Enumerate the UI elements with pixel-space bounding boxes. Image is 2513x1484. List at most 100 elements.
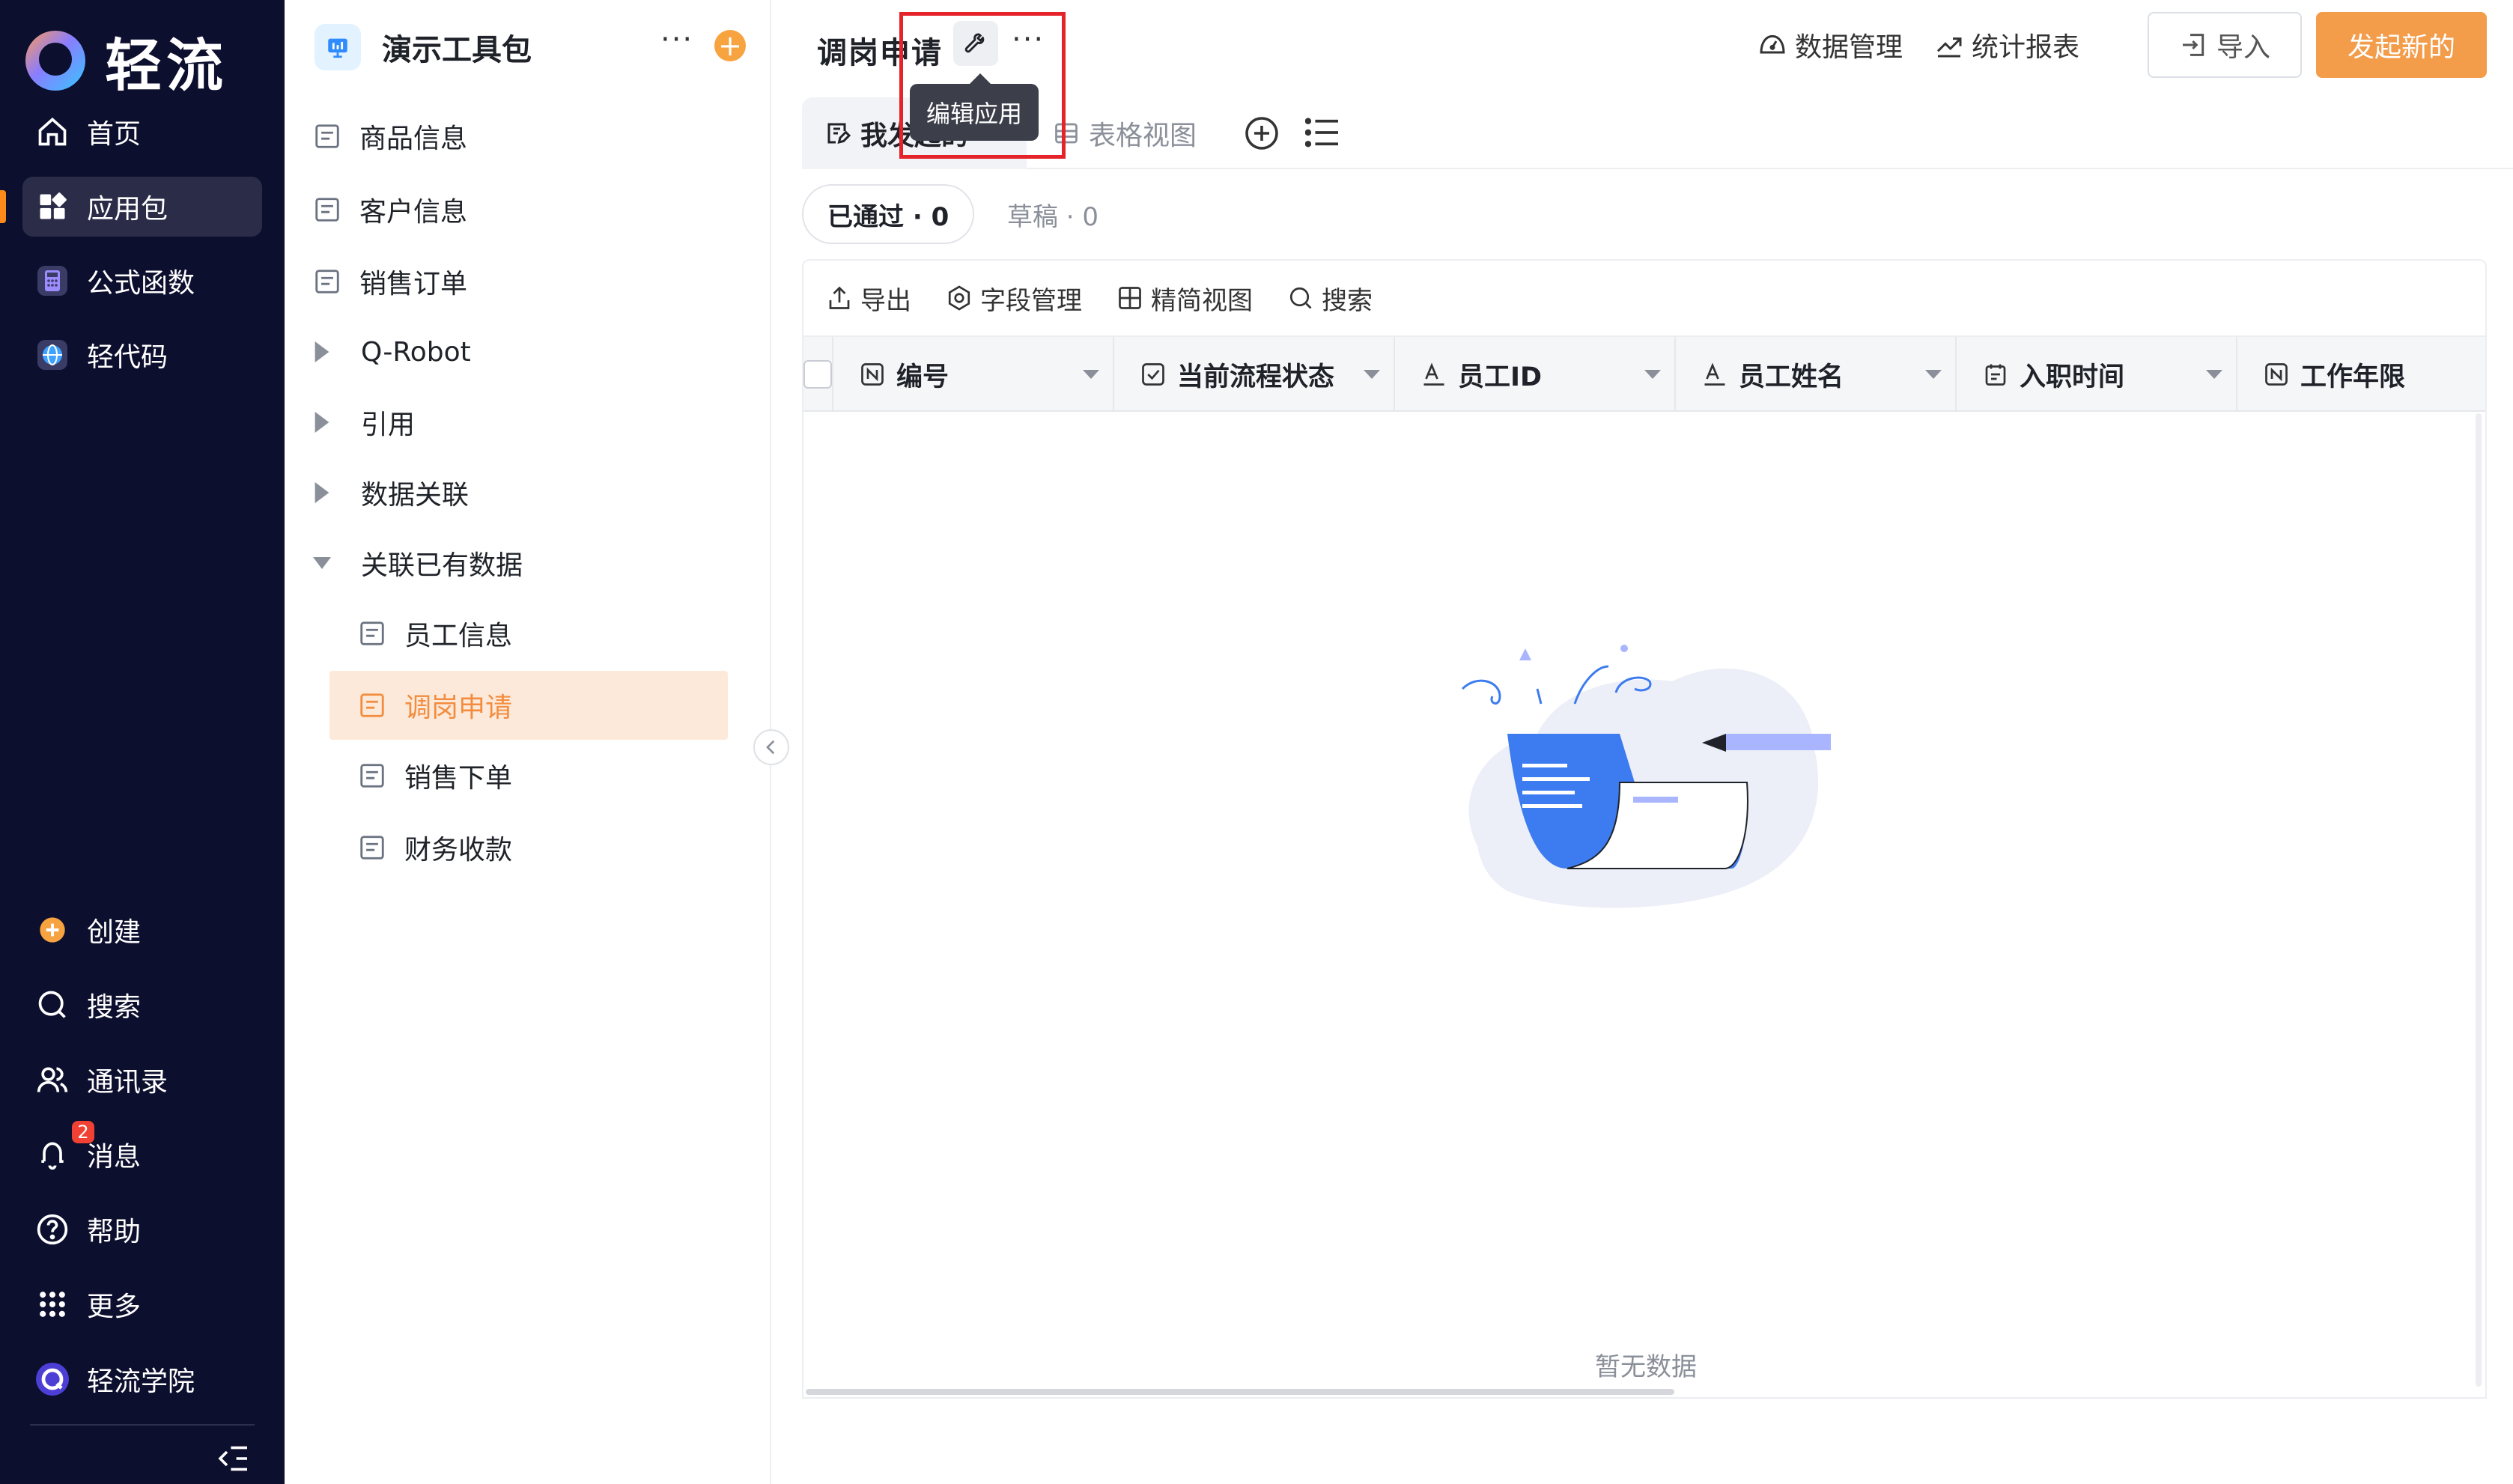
nav-item-home[interactable]: 首页 bbox=[22, 102, 262, 162]
tree-item-transfer-application[interactable]: 调岗申请 bbox=[329, 671, 728, 740]
nav-item-label: 更多 bbox=[87, 1292, 142, 1322]
nav-item-label: 首页 bbox=[87, 119, 142, 150]
nav-item-more[interactable]: 更多 bbox=[22, 1274, 262, 1334]
logo[interactable]: 轻流 bbox=[25, 19, 228, 102]
nav-item-lowcode[interactable]: 轻代码 bbox=[22, 325, 262, 385]
tree-item-product-info[interactable]: 商品信息 bbox=[313, 102, 467, 171]
table-search-label: 搜索 bbox=[1322, 285, 1373, 316]
nav-item-create[interactable]: 创建 bbox=[22, 900, 262, 960]
tree-folder-q-robot[interactable]: Q-Robot bbox=[307, 317, 471, 386]
field-manage-button[interactable]: 字段管理 bbox=[946, 280, 1082, 317]
nav-item-formula[interactable]: 公式函数 bbox=[22, 251, 262, 311]
nav-item-academy[interactable]: 轻流学院 bbox=[22, 1349, 262, 1409]
add-view-icon[interactable] bbox=[1244, 115, 1280, 151]
text-field-icon bbox=[1704, 362, 1725, 386]
package-more-button[interactable]: ··· bbox=[660, 22, 693, 57]
select-all-checkbox[interactable] bbox=[803, 360, 832, 389]
grid-view-icon bbox=[1119, 287, 1141, 309]
form-icon bbox=[315, 124, 339, 148]
column-header-number[interactable]: 编号 bbox=[833, 337, 1114, 412]
trend-icon bbox=[1936, 37, 1962, 58]
caret-down-icon[interactable] bbox=[1644, 370, 1661, 379]
column-label: 编号 bbox=[896, 362, 949, 392]
export-button[interactable]: 导出 bbox=[826, 280, 911, 317]
caret-down-icon[interactable] bbox=[1364, 370, 1380, 379]
nav-item-label: 消息 bbox=[87, 1142, 142, 1173]
column-label: 工作年限 bbox=[2300, 362, 2406, 392]
column-label: 员工ID bbox=[1458, 362, 1543, 392]
panel-collapse-button[interactable] bbox=[753, 729, 789, 765]
number-field-icon bbox=[2265, 363, 2288, 386]
caret-right-icon bbox=[314, 412, 329, 433]
empty-state: 暂无数据 bbox=[803, 412, 2485, 1385]
upload-icon bbox=[829, 286, 850, 309]
tree-item-finance-receipt[interactable]: 财务收款 bbox=[358, 813, 512, 882]
table-search-button[interactable]: 搜索 bbox=[1287, 280, 1373, 317]
compact-view-button[interactable]: 精简视图 bbox=[1116, 280, 1253, 317]
table-toolbar: 导出 字段管理 精简视图 搜索 bbox=[802, 259, 2487, 335]
tree-folder-data-link[interactable]: 数据关联 bbox=[307, 458, 469, 527]
horizontal-scrollbar[interactable] bbox=[806, 1389, 1674, 1395]
tab-table-view[interactable]: 表格视图 bbox=[1053, 97, 1197, 169]
column-header-status[interactable]: 当前流程状态 bbox=[1114, 337, 1395, 412]
nav-item-search[interactable]: 搜索 bbox=[22, 975, 262, 1035]
import-icon bbox=[2182, 34, 2204, 56]
filter-draft[interactable]: 草稿 · 0 bbox=[1007, 184, 1099, 244]
data-table: 编号 当前流程状态 员工ID 员工姓名 入职时间 工作年限 暂无数据 bbox=[802, 335, 2487, 1399]
tree-item-customer-info[interactable]: 客户信息 bbox=[313, 175, 467, 244]
vertical-scrollbar[interactable] bbox=[2476, 413, 2482, 1387]
tree-folder-reference[interactable]: 引用 bbox=[307, 388, 415, 457]
column-header-hire-date[interactable]: 入职时间 bbox=[1957, 337, 2237, 412]
home-icon bbox=[34, 114, 70, 150]
column-header-employee-id[interactable]: 员工ID bbox=[1395, 337, 1676, 412]
form-icon bbox=[315, 198, 339, 222]
import-button[interactable]: 导入 bbox=[2148, 12, 2302, 78]
select-all-cell bbox=[803, 337, 833, 412]
caret-down-icon[interactable] bbox=[1083, 370, 1099, 379]
caret-down-icon bbox=[313, 557, 331, 569]
logo-mark bbox=[25, 31, 85, 91]
caret-down-icon[interactable] bbox=[1925, 370, 1942, 379]
settings-icon bbox=[948, 285, 970, 311]
tree-item-employee-info[interactable]: 员工信息 bbox=[358, 599, 512, 668]
import-label: 导入 bbox=[2216, 32, 2270, 63]
nav-item-label: 公式函数 bbox=[87, 268, 195, 299]
nav-item-label: 轻代码 bbox=[87, 342, 168, 373]
main-content: 调岗申请 ··· 编辑应用 数据管理 统计报表 导入 发起新的 我发起的 表格视… bbox=[772, 0, 2513, 1484]
list-views-icon[interactable] bbox=[1305, 117, 1340, 148]
plus-circle-icon bbox=[34, 912, 70, 948]
nav-item-contacts[interactable]: 通讯录 bbox=[22, 1050, 262, 1110]
tree-item-sales-order[interactable]: 销售订单 bbox=[313, 247, 467, 316]
column-header-work-years[interactable]: 工作年限 bbox=[2237, 337, 2485, 412]
form-icon bbox=[360, 621, 384, 645]
package-add-button[interactable]: + bbox=[714, 30, 746, 61]
collapse-nav-icon[interactable] bbox=[217, 1445, 250, 1472]
search-icon bbox=[34, 987, 70, 1023]
globe-code-icon bbox=[34, 337, 70, 373]
tree-folder-linked-data[interactable]: 关联已有数据 bbox=[307, 529, 523, 597]
nav-item-label: 搜索 bbox=[87, 992, 142, 1023]
export-label: 导出 bbox=[860, 285, 911, 316]
start-new-button[interactable]: 发起新的 bbox=[2316, 12, 2487, 78]
tree-item-label: 关联已有数据 bbox=[361, 550, 523, 581]
logo-text: 轻流 bbox=[105, 32, 228, 99]
filter-passed[interactable]: 已通过 · 0 bbox=[802, 184, 975, 244]
app-package-panel: 演示工具包 ··· + 商品信息 客户信息 销售订单 Q-Robot 引用 数据… bbox=[285, 0, 771, 1484]
empty-illustration bbox=[1461, 645, 1831, 908]
report-button[interactable]: 统计报表 bbox=[1934, 0, 2079, 90]
nav-divider bbox=[30, 1424, 255, 1426]
tree-item-sales-placement[interactable]: 销售下单 bbox=[358, 741, 512, 810]
caret-down-icon[interactable] bbox=[2206, 370, 2222, 379]
tree-item-label: 调岗申请 bbox=[404, 693, 513, 723]
number-field-icon bbox=[861, 363, 884, 386]
nav-item-help[interactable]: 帮助 bbox=[22, 1199, 262, 1259]
calendar-field-icon bbox=[1985, 364, 2006, 386]
data-manage-button[interactable]: 数据管理 bbox=[1757, 0, 1903, 90]
package-title: 演示工具包 bbox=[382, 33, 532, 67]
nav-item-label: 轻流学院 bbox=[87, 1366, 195, 1397]
package-icon bbox=[314, 24, 361, 70]
nav-item-messages[interactable]: 消息 bbox=[22, 1125, 262, 1185]
column-header-employee-name[interactable]: 员工姓名 bbox=[1676, 337, 1957, 412]
nav-item-apps[interactable]: 应用包 bbox=[22, 177, 262, 237]
form-icon bbox=[360, 836, 384, 860]
